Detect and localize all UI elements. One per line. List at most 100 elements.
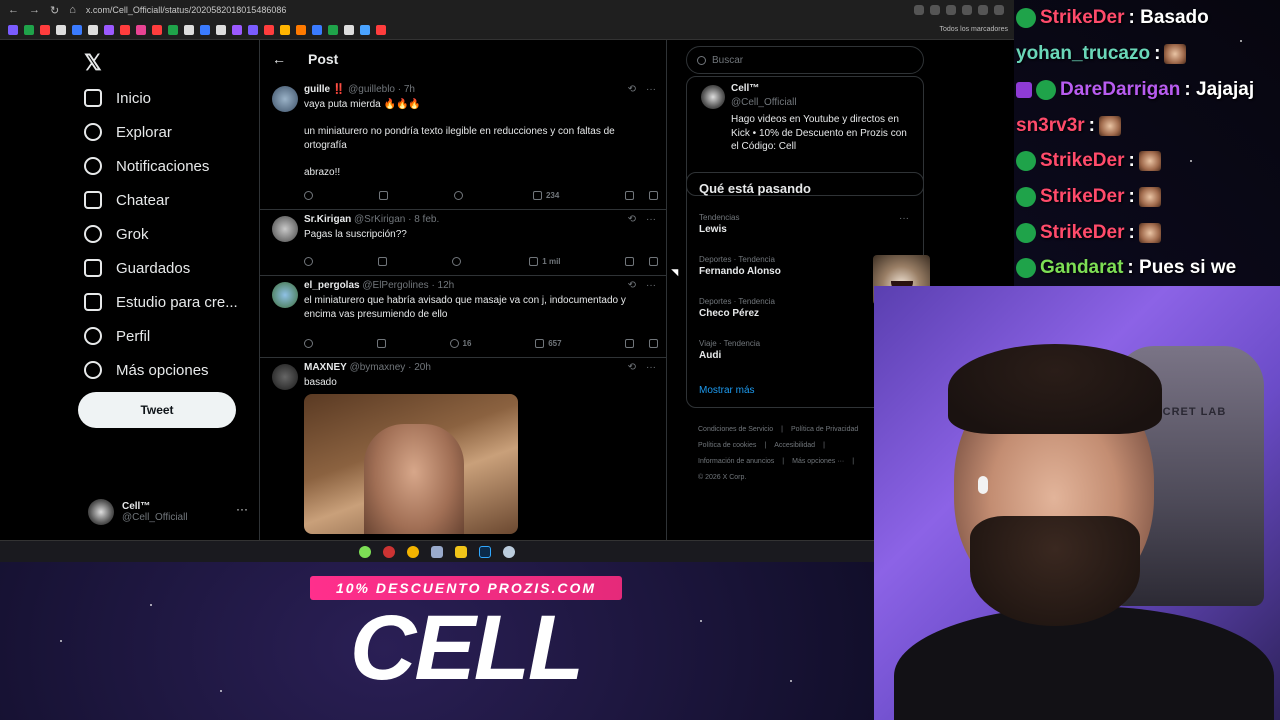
- extension-icon[interactable]: [978, 5, 988, 15]
- grok-icon[interactable]: ⟲: [628, 214, 636, 225]
- profile-handle[interactable]: @Cell_Officiall: [731, 97, 797, 108]
- profile-icon[interactable]: [994, 5, 1004, 15]
- more-dots-icon[interactable]: ···: [646, 362, 656, 373]
- author-name[interactable]: el_pergolas: [304, 280, 360, 291]
- author-name[interactable]: Sr.Kirigan: [304, 214, 351, 225]
- star-icon[interactable]: [946, 5, 956, 15]
- nav-item-bookmarks[interactable]: Guardados: [84, 253, 190, 283]
- bookmark-icon[interactable]: [328, 24, 338, 35]
- avatar[interactable]: [272, 364, 298, 390]
- bookmark-icon[interactable]: [248, 24, 258, 35]
- bookmark-icon[interactable]: [280, 24, 290, 35]
- app-icon[interactable]: [359, 545, 371, 558]
- bookmark-icon[interactable]: [40, 24, 50, 35]
- reply-button[interactable]: [304, 336, 313, 350]
- share-icon[interactable]: [648, 256, 658, 266]
- chrome-icon[interactable]: [407, 545, 419, 558]
- views-button[interactable]: 657: [535, 336, 562, 350]
- bookmark-icon[interactable]: [120, 24, 130, 35]
- bookmark-icon[interactable]: [184, 24, 194, 35]
- nav-item-profile[interactable]: Perfil: [84, 321, 150, 351]
- forward-nav-icon[interactable]: →: [29, 4, 40, 16]
- author-handle[interactable]: @ElPergolines: [362, 280, 428, 291]
- avatar[interactable]: [272, 86, 298, 112]
- url-field[interactable]: x.com/Cell_Officiall/status/202058201801…: [86, 5, 904, 15]
- author-handle[interactable]: @SrKirigan: [354, 214, 405, 225]
- bookmark-icon[interactable]: [344, 24, 354, 35]
- more-dots-icon[interactable]: ···: [646, 84, 656, 95]
- bookmark-icon[interactable]: [312, 24, 322, 35]
- bookmark-icon[interactable]: [136, 24, 146, 35]
- bookmark-icon[interactable]: [625, 190, 635, 200]
- grok-icon[interactable]: ⟲: [628, 280, 636, 291]
- grok-icon[interactable]: ⟲: [628, 84, 636, 95]
- nav-item-more[interactable]: Más opciones: [84, 355, 209, 385]
- views-button[interactable]: 1 mil: [529, 254, 561, 268]
- bookmark-icon[interactable]: [56, 24, 66, 35]
- like-button[interactable]: 16: [449, 336, 471, 350]
- photoshop-icon[interactable]: [479, 545, 491, 558]
- avatar[interactable]: [701, 85, 725, 109]
- more-dots-icon[interactable]: ···: [899, 213, 909, 224]
- x-logo-icon[interactable]: 𝕏: [84, 50, 102, 76]
- profile-name[interactable]: Cell™: [731, 83, 759, 94]
- reply-tweet[interactable]: guille ‼️ @guilleblo · 7h ⟲ ··· vaya put…: [260, 80, 666, 210]
- author-handle[interactable]: @bymaxney: [350, 362, 406, 373]
- bookmark-icon[interactable]: [72, 24, 82, 35]
- grok-icon[interactable]: ⟲: [628, 362, 636, 373]
- nav-item-grok[interactable]: Grok: [84, 219, 149, 249]
- views-button[interactable]: 234: [532, 188, 559, 202]
- bookmark-icon[interactable]: [24, 24, 34, 35]
- zoom-icon[interactable]: [914, 5, 924, 15]
- all-bookmarks-folder[interactable]: Todos los marcadores: [940, 26, 1008, 33]
- share-icon[interactable]: [649, 338, 658, 348]
- bookmark-icon[interactable]: [360, 24, 370, 35]
- nav-item-studio[interactable]: Estudio para cre...: [84, 287, 238, 317]
- reply-tweet[interactable]: el_pergolas @ElPergolines · 12h ⟲ ··· el…: [260, 276, 666, 358]
- retweet-button[interactable]: [377, 254, 387, 268]
- tweet-image[interactable]: [304, 394, 518, 534]
- bookmark-icon[interactable]: [296, 24, 306, 35]
- app-icon[interactable]: [383, 545, 395, 558]
- bookmark-icon[interactable]: [104, 24, 114, 35]
- bookmark-icon[interactable]: [264, 24, 274, 35]
- bookmark-icon[interactable]: [88, 24, 98, 35]
- share-icon[interactable]: [648, 190, 658, 200]
- reply-button[interactable]: [304, 254, 313, 268]
- bookmark-icon[interactable]: [200, 24, 210, 35]
- like-button[interactable]: [451, 254, 465, 268]
- bookmark-icon[interactable]: [152, 24, 162, 35]
- bookmark-icon[interactable]: [232, 24, 242, 35]
- extension-icon[interactable]: [962, 5, 972, 15]
- retweet-button[interactable]: [378, 188, 388, 202]
- show-more-link[interactable]: Mostrar más: [699, 385, 755, 396]
- nav-item-notifications[interactable]: Notificaciones: [84, 151, 209, 181]
- footer-link[interactable]: Accesibilidad: [774, 442, 815, 449]
- avatar[interactable]: [272, 216, 298, 242]
- folder-icon[interactable]: [455, 545, 467, 558]
- app-icon[interactable]: [503, 545, 515, 558]
- reply-button[interactable]: [304, 188, 313, 202]
- retweet-button[interactable]: [376, 336, 386, 350]
- nav-item-explore[interactable]: Explorar: [84, 117, 172, 147]
- nav-item-chat[interactable]: Chatear: [84, 185, 169, 215]
- bookmark-icon[interactable]: [625, 256, 635, 266]
- account-switcher[interactable]: Cell™ @Cell_Officiall ···: [88, 496, 248, 528]
- bookmark-icon[interactable]: [625, 338, 635, 348]
- bookmark-icon[interactable]: [376, 24, 386, 35]
- back-arrow-icon[interactable]: ←: [272, 51, 286, 67]
- footer-link[interactable]: Información de anuncios: [698, 458, 774, 465]
- like-button[interactable]: [453, 188, 467, 202]
- more-dots-icon[interactable]: ···: [646, 280, 656, 291]
- bookmark-icon[interactable]: [216, 24, 226, 35]
- avatar[interactable]: [272, 282, 298, 308]
- bookmark-icon[interactable]: [168, 24, 178, 35]
- trend-item[interactable]: Tendencias Lewis ···: [699, 213, 909, 235]
- more-dots-icon[interactable]: ···: [236, 502, 248, 516]
- search-input[interactable]: Buscar: [686, 46, 924, 74]
- author-name[interactable]: MAXNEY: [304, 362, 347, 373]
- home-nav-icon[interactable]: ⌂: [69, 4, 76, 16]
- more-dots-icon[interactable]: ···: [646, 214, 656, 225]
- back-nav-icon[interactable]: ←: [8, 4, 19, 16]
- bookmark-icon[interactable]: [8, 24, 18, 35]
